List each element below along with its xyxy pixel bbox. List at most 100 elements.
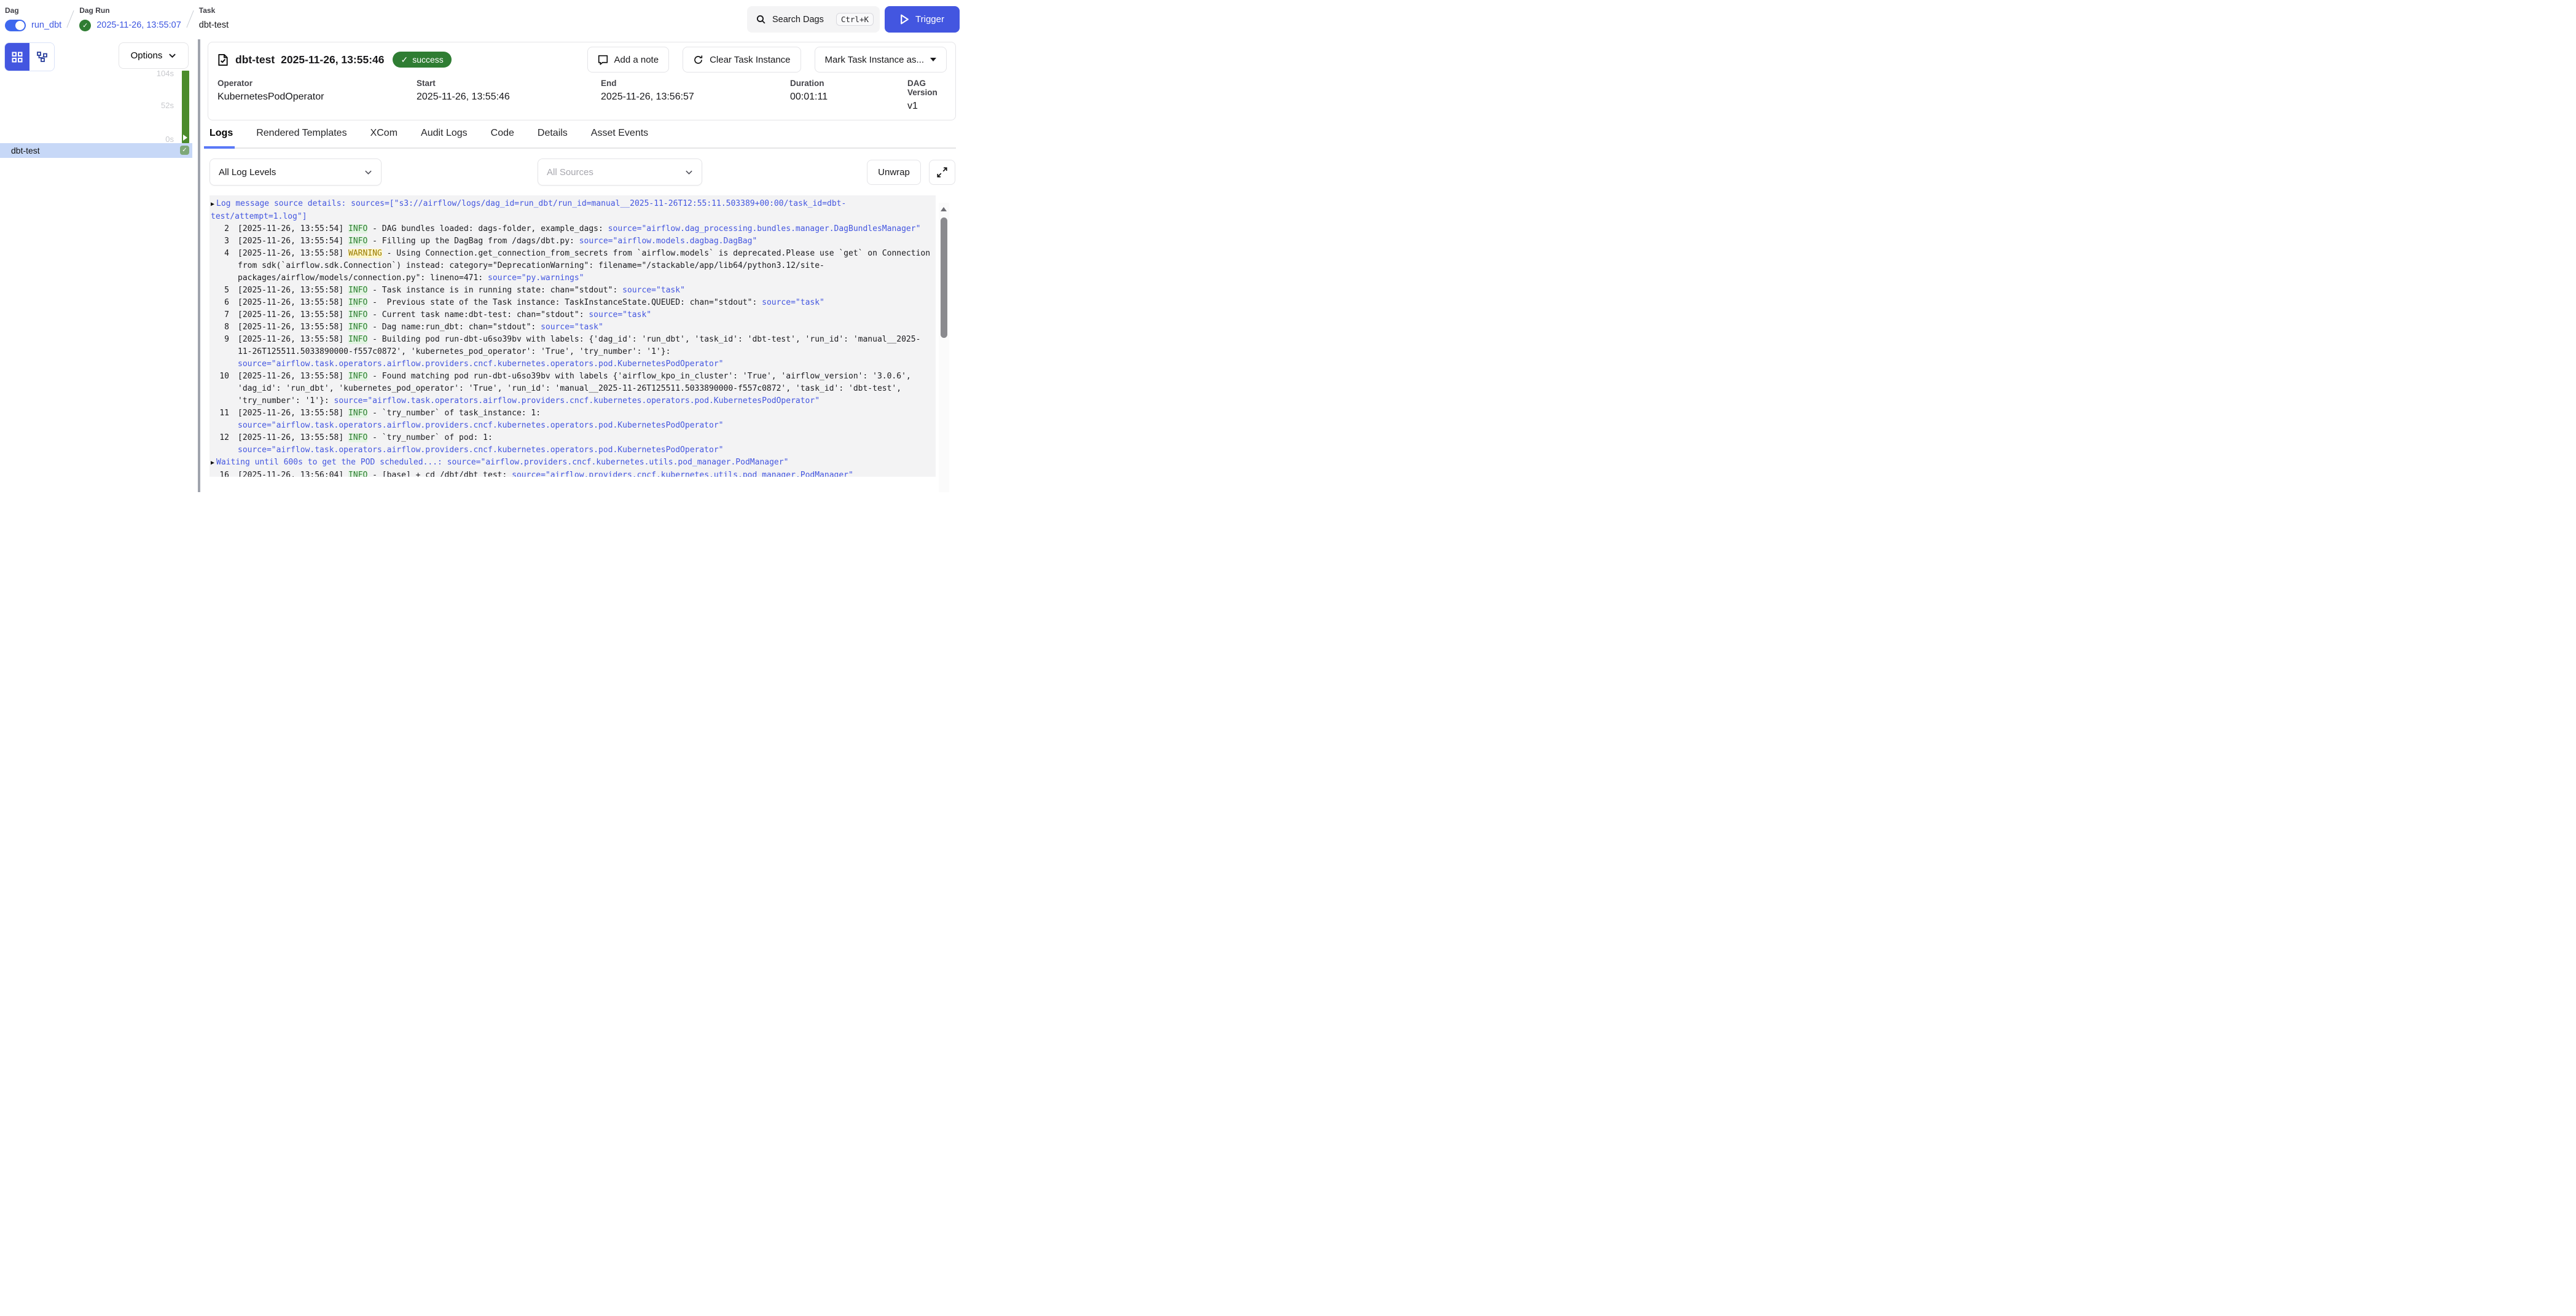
log-segment: [2025-11-26, 13:55:58] (238, 323, 348, 332)
scroll-up-arrow-icon[interactable] (941, 207, 947, 211)
tab-rendered-templates[interactable]: Rendered Templates (256, 128, 346, 147)
log-segment: INFO (348, 433, 367, 442)
log-line-number: 9 (211, 334, 229, 370)
caret-down-icon (930, 58, 936, 61)
grid-panel: Options 104s 52s 0s dbt-test ✓ (0, 39, 198, 492)
collapse-arrow-icon[interactable]: ▶ (211, 460, 214, 466)
options-button[interactable]: Options (119, 42, 189, 69)
log-line-number: 12 (211, 432, 229, 456)
add-note-button[interactable]: Add a note (587, 47, 670, 72)
log-segment: - Dag name:run_dbt: chan="stdout": (367, 323, 541, 332)
log-source-link[interactable]: source="airflow.providers.cncf.kubernete… (512, 471, 853, 477)
log-segment: INFO (348, 310, 367, 319)
log-line-number: 2 (211, 223, 229, 235)
log-source-link[interactable]: source="airflow.dag_processing.bundles.m… (608, 224, 921, 233)
log-segment: [2025-11-26, 13:55:58] (238, 249, 348, 258)
dag-pause-toggle[interactable] (5, 20, 26, 31)
view-toggle (4, 42, 55, 71)
meta-duration: Duration 00:01:11 (790, 79, 907, 112)
tab-bar: Logs Rendered Templates XCom Audit Logs Code… (209, 128, 956, 149)
log-entry: ▶Log message source details: sources=["s… (211, 198, 932, 223)
tab-logs[interactable]: Logs (209, 128, 233, 147)
breadcrumb-separator (67, 10, 74, 28)
log-source-link[interactable]: Log message source details: sources=["s3… (211, 199, 846, 221)
log-line-number: 10 (211, 370, 229, 407)
tab-audit-logs[interactable]: Audit Logs (421, 128, 468, 147)
log-source-link[interactable]: source="py.warnings" (488, 273, 584, 283)
log-source-link[interactable]: source="airflow.task.operators.airflow.p… (238, 445, 724, 455)
task-instance-card: dbt-test 2025-11-26, 13:55:46 ✓ success … (208, 42, 956, 120)
log-entry: 4[2025-11-26, 13:55:58] WARNING - Using … (211, 248, 932, 284)
log-entry: ▶Waiting until 600s to get the POD sched… (211, 456, 932, 469)
log-segment: - [base] + cd /dbt/dbt test: (367, 471, 512, 477)
log-line-number: 5 (211, 284, 229, 297)
unwrap-button[interactable]: Unwrap (867, 160, 921, 185)
meta-dag-version: DAG Version v1 (907, 79, 947, 112)
log-entry: 8[2025-11-26, 13:55:58] INFO - Dag name:… (211, 321, 932, 334)
dag-label: Dag (5, 6, 61, 15)
log-source-link[interactable]: source="task" (622, 286, 685, 295)
scrollbar-thumb[interactable] (941, 217, 947, 338)
chevron-down-icon (168, 52, 176, 60)
tab-code[interactable]: Code (491, 128, 514, 147)
trigger-button[interactable]: Trigger (885, 6, 960, 33)
meta-operator: Operator KubernetesPodOperator (217, 79, 417, 112)
fullscreen-expand-button[interactable] (929, 160, 955, 185)
log-source-link[interactable]: source="task" (762, 298, 824, 307)
search-placeholder: Search Dags (772, 15, 824, 25)
log-segment: INFO (348, 471, 367, 477)
task-instance-panel: dbt-test 2025-11-26, 13:55:46 ✓ success … (200, 39, 963, 492)
breadcrumb-dag-run: Dag Run ✓ 2025-11-26, 13:55:07 (79, 6, 181, 33)
log-source-link[interactable]: source="task" (541, 323, 603, 332)
run-marker-icon (183, 135, 187, 141)
search-shortcut: Ctrl+K (836, 13, 874, 26)
log-source-link[interactable]: source="airflow.task.operators.airflow.p… (238, 421, 724, 430)
log-segment: [2025-11-26, 13:55:58] (238, 433, 348, 442)
search-dags-input[interactable]: Search Dags Ctrl+K (747, 6, 880, 33)
log-segment: INFO (348, 298, 367, 307)
log-level-select[interactable]: All Log Levels (209, 159, 382, 186)
tab-details[interactable]: Details (538, 128, 568, 147)
dag-link[interactable]: run_dbt (31, 20, 61, 30)
task-duration-bar[interactable] (182, 71, 189, 143)
note-bubble-icon (598, 55, 608, 65)
top-bar: Dag run_dbt Dag Run ✓ 2025-11-26, 13:55:… (0, 0, 963, 39)
dag-run-link[interactable]: 2025-11-26, 13:55:07 (96, 20, 181, 30)
mark-task-instance-as-button[interactable]: Mark Task Instance as... (815, 47, 947, 72)
clear-task-instance-button[interactable]: Clear Task Instance (683, 47, 801, 72)
log-source-link[interactable]: Waiting until 600s to get the POD schedu… (216, 458, 788, 467)
tab-asset-events[interactable]: Asset Events (591, 128, 648, 147)
log-viewer[interactable]: ▶Log message source details: sources=["s… (209, 195, 936, 477)
duration-axis-104s: 104s (157, 69, 174, 78)
log-segment: [2025-11-26, 13:55:54] (238, 224, 348, 233)
log-segment: - Current task name:dbt-test: chan="stdo… (367, 310, 589, 319)
log-segment: INFO (348, 372, 367, 381)
log-entry: 5[2025-11-26, 13:55:58] INFO - Task inst… (211, 284, 932, 297)
log-line-number: 3 (211, 235, 229, 248)
log-entry: 16[2025-11-26, 13:56:04] INFO - [base] +… (211, 469, 932, 477)
log-source-link[interactable]: source="airflow.task.operators.airflow.p… (334, 396, 820, 405)
collapse-arrow-icon[interactable]: ▶ (211, 201, 214, 208)
log-source-link[interactable]: source="airflow.models.dagbag.DagBag" (579, 237, 758, 246)
log-source-select[interactable]: All Sources (538, 159, 702, 186)
task-row-label: dbt-test (11, 143, 40, 158)
log-segment: WARNING (348, 249, 382, 258)
log-source-link[interactable]: source="airflow.task.operators.airflow.p… (238, 359, 724, 369)
log-line-number: 7 (211, 309, 229, 321)
log-line-number: 8 (211, 321, 229, 334)
tab-xcom[interactable]: XCom (370, 128, 397, 147)
play-icon (900, 14, 909, 25)
log-entry: 7[2025-11-26, 13:55:58] INFO - Current t… (211, 309, 932, 321)
graph-view-button[interactable] (29, 43, 54, 71)
refresh-icon (693, 55, 703, 65)
log-segment: - DAG bundles loaded: dags-folder, examp… (367, 224, 608, 233)
chevron-down-icon (685, 168, 693, 176)
task-success-square-icon[interactable]: ✓ (180, 146, 189, 155)
grid-view-button[interactable] (5, 43, 29, 71)
log-scrollbar[interactable] (939, 203, 949, 492)
log-segment: - Task instance is in running state: cha… (367, 286, 622, 295)
check-icon: ✓ (401, 55, 408, 65)
log-entry: 10[2025-11-26, 13:55:58] INFO - Found ma… (211, 370, 932, 407)
task-row-dbt-test[interactable]: dbt-test ✓ (0, 143, 192, 158)
log-source-link[interactable]: source="task" (589, 310, 651, 319)
